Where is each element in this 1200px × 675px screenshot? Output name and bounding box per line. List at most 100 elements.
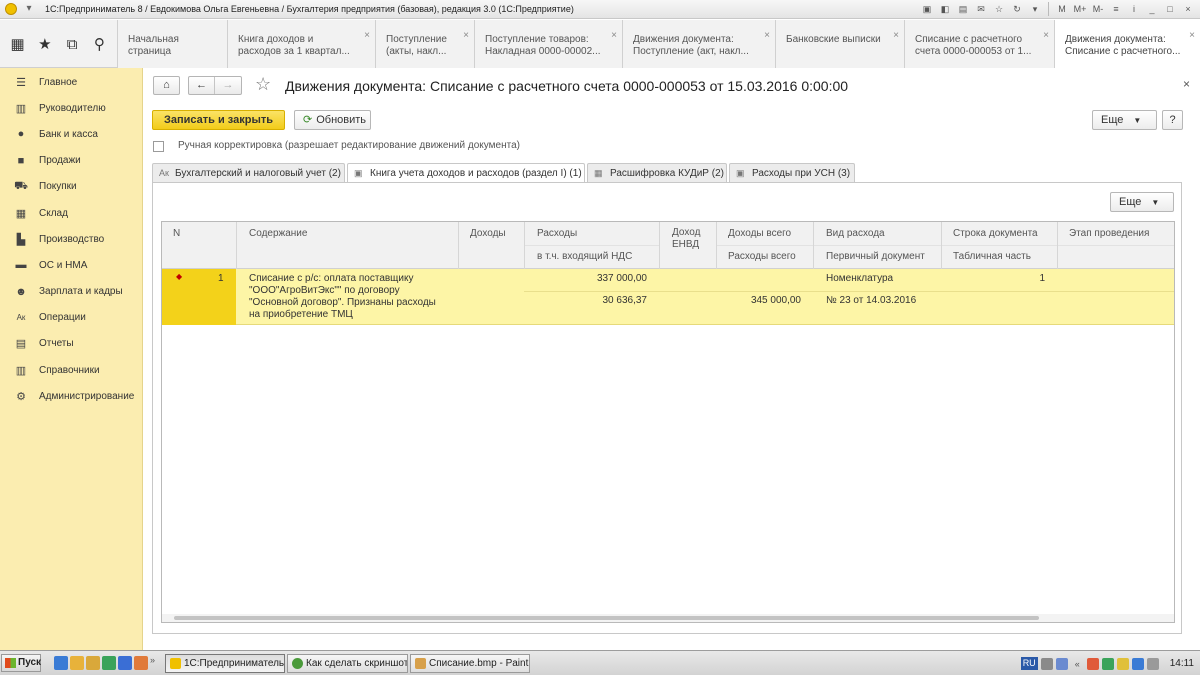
toolbar-icon-3[interactable]: ▤ (955, 2, 971, 16)
save-and-close-button[interactable]: Записать и закрыть (152, 110, 285, 130)
toolbar-icon-4[interactable]: ✉ (973, 2, 989, 16)
sidebar-item-admin[interactable]: ⚙ Администрирование (0, 383, 142, 409)
sidebar-item-warehouse[interactable]: ▦ Склад (0, 200, 142, 226)
tray-app-icon-2[interactable] (1101, 657, 1114, 670)
memory-button[interactable]: M (1054, 2, 1070, 16)
col-income[interactable]: Доходы (470, 228, 506, 239)
sidebar-item-purchases[interactable]: ⛟ Покупки (0, 174, 142, 200)
tab-accounting[interactable]: Ак Бухгалтерский и налоговый учет (2) (152, 163, 345, 182)
col-expenses[interactable]: Расходы (537, 228, 577, 239)
close-tab-icon[interactable]: × (764, 30, 770, 42)
horizontal-scrollbar[interactable] (162, 614, 1174, 622)
close-tab-icon[interactable]: × (1043, 30, 1049, 42)
scrollbar-thumb[interactable] (174, 616, 1039, 620)
sidebar-item-production[interactable]: ▙ Производство (0, 226, 142, 252)
minimize-button[interactable]: _ (1144, 2, 1160, 16)
sidebar-item-main[interactable]: ☰ Главное (0, 69, 142, 95)
close-form-icon[interactable]: × (1183, 77, 1190, 91)
search-icon[interactable]: ⚲ (88, 35, 110, 53)
tray-expand-icon[interactable]: « (1075, 659, 1080, 669)
expand-arrows-icon[interactable]: » (150, 655, 155, 665)
word-icon[interactable] (118, 656, 132, 670)
options-button[interactable]: ≡ (1108, 2, 1124, 16)
info-button[interactable]: i (1126, 2, 1142, 16)
task-1c[interactable]: 1С:Предприниматель ... (165, 654, 285, 673)
ie-icon[interactable] (54, 656, 68, 670)
col-n[interactable]: N (173, 228, 180, 239)
col-total-income[interactable]: Доходы всего (728, 228, 791, 239)
tab-kudir[interactable]: Книга доходов и расходов за 1 квартал...… (227, 20, 375, 68)
close-tab-icon[interactable]: × (893, 30, 899, 42)
memory-minus-button[interactable]: M- (1090, 2, 1106, 16)
memory-plus-button[interactable]: M+ (1072, 2, 1088, 16)
toolbar-icon-5[interactable]: ☆ (991, 2, 1007, 16)
start-button[interactable]: Пуск (1, 654, 41, 672)
home-button[interactable]: ⌂ (153, 76, 180, 95)
col-total-expenses[interactable]: Расходы всего (728, 251, 796, 262)
refresh-button[interactable]: ⟳ Обновить (294, 110, 371, 130)
col-envd-income[interactable]: Доход ЕНВД (672, 227, 700, 251)
back-arrow-icon[interactable]: ← (189, 77, 215, 94)
clock[interactable]: 14:11 (1170, 658, 1194, 669)
close-tab-icon[interactable]: × (364, 30, 370, 42)
sidebar-item-reports[interactable]: ▤ Отчеты (0, 331, 142, 357)
task-paint[interactable]: Списание.bmp - Paint (410, 654, 530, 673)
toolbar-icon-1[interactable]: ▣ (919, 2, 935, 16)
tab-doc-movements-receipt[interactable]: Движения документа: Поступление (акт, на… (622, 20, 775, 68)
close-window-button[interactable]: × (1180, 2, 1196, 16)
tray-app-icon-3[interactable] (1116, 657, 1129, 670)
tab-goods-receipt[interactable]: Поступление товаров: Накладная 0000-0000… (474, 20, 622, 68)
language-indicator[interactable]: RU (1020, 657, 1038, 670)
close-tab-icon[interactable]: × (463, 30, 469, 42)
favorite-star-icon[interactable]: ☆ (255, 74, 271, 95)
folder-icon[interactable] (70, 656, 84, 670)
col-expense-type[interactable]: Вид расхода (826, 228, 885, 239)
tab-kudir-breakdown[interactable]: ▦ Расшифровка КУДиР (2) (587, 163, 727, 182)
forward-arrow-icon[interactable]: → (215, 77, 241, 94)
favorites-star-icon[interactable]: ★ (34, 35, 56, 53)
explorer-icon[interactable] (86, 656, 100, 670)
excel-icon[interactable] (102, 656, 116, 670)
table-more-button[interactable]: Еще ▼ (1110, 192, 1174, 212)
col-primary-doc[interactable]: Первичный документ (826, 251, 925, 262)
tray-app-icon-4[interactable] (1131, 657, 1144, 670)
tab-income-expense-book[interactable]: ▣ Книга учета доходов и расходов (раздел … (347, 163, 585, 183)
tray-app-icon-1[interactable] (1086, 657, 1099, 670)
sidebar-item-sales[interactable]: ■ Продажи (0, 148, 142, 174)
history-icon[interactable]: ⧉ (61, 36, 83, 53)
close-tab-icon[interactable]: × (611, 30, 617, 42)
col-vat-incl[interactable]: в т.ч. входящий НДС (537, 251, 632, 262)
tab-write-off[interactable]: Списание с расчетного счета 0000-000053 … (904, 20, 1054, 68)
tab-bank-statements[interactable]: Банковские выписки × (775, 20, 904, 68)
sidebar-item-operations[interactable]: Ак Операции (0, 305, 142, 331)
tab-usn-expenses[interactable]: ▣ Расходы при УСН (3) (729, 163, 855, 182)
sidebar-item-manager[interactable]: ▥ Руководителю (0, 95, 142, 121)
col-content[interactable]: Содержание (249, 228, 307, 239)
close-tab-icon[interactable]: × (1189, 30, 1195, 42)
sidebar-item-salary[interactable]: ☻ Зарплата и кадры (0, 279, 142, 305)
sidebar-item-references[interactable]: ▥ Справочники (0, 357, 142, 383)
quicklaunch-icon[interactable] (134, 656, 148, 670)
col-doc-line[interactable]: Строка документа (953, 228, 1038, 239)
manual-edit-checkbox[interactable] (153, 141, 164, 152)
sidebar-item-assets[interactable]: ▬ ОС и НМА (0, 252, 142, 278)
more-button[interactable]: Еще ▼ (1092, 110, 1157, 130)
keyboard-icon[interactable] (1040, 657, 1053, 670)
tab-receipts[interactable]: Поступление (акты, накл... × (375, 20, 474, 68)
toolbar-icon-6[interactable]: ↻ (1009, 2, 1025, 16)
toolbar-icon-2[interactable]: ◧ (937, 2, 953, 16)
volume-icon[interactable] (1146, 657, 1159, 670)
help-button[interactable]: ? (1162, 110, 1183, 130)
sections-grid-icon[interactable]: ▦ (7, 35, 29, 53)
network-icon[interactable] (1055, 657, 1068, 670)
tab-home[interactable]: Начальная страница (117, 20, 227, 68)
col-stage[interactable]: Этап проведения (1069, 228, 1149, 239)
table-row[interactable]: ◆ 1 Списание с р/с: оплата поставщику "О… (162, 269, 1174, 325)
sidebar-item-bank[interactable]: ● Банк и касса (0, 121, 142, 147)
maximize-button[interactable]: □ (1162, 2, 1178, 16)
app-menu-icon[interactable]: ▾ (23, 3, 35, 15)
task-browser[interactable]: Как сделать скриншот ... (287, 654, 408, 673)
col-tabular-part[interactable]: Табличная часть (953, 251, 1031, 262)
toolbar-icon-7[interactable]: ▾ (1027, 2, 1043, 16)
tab-doc-movements-write-off[interactable]: Движения документа: Списание с расчетног… (1054, 20, 1200, 69)
